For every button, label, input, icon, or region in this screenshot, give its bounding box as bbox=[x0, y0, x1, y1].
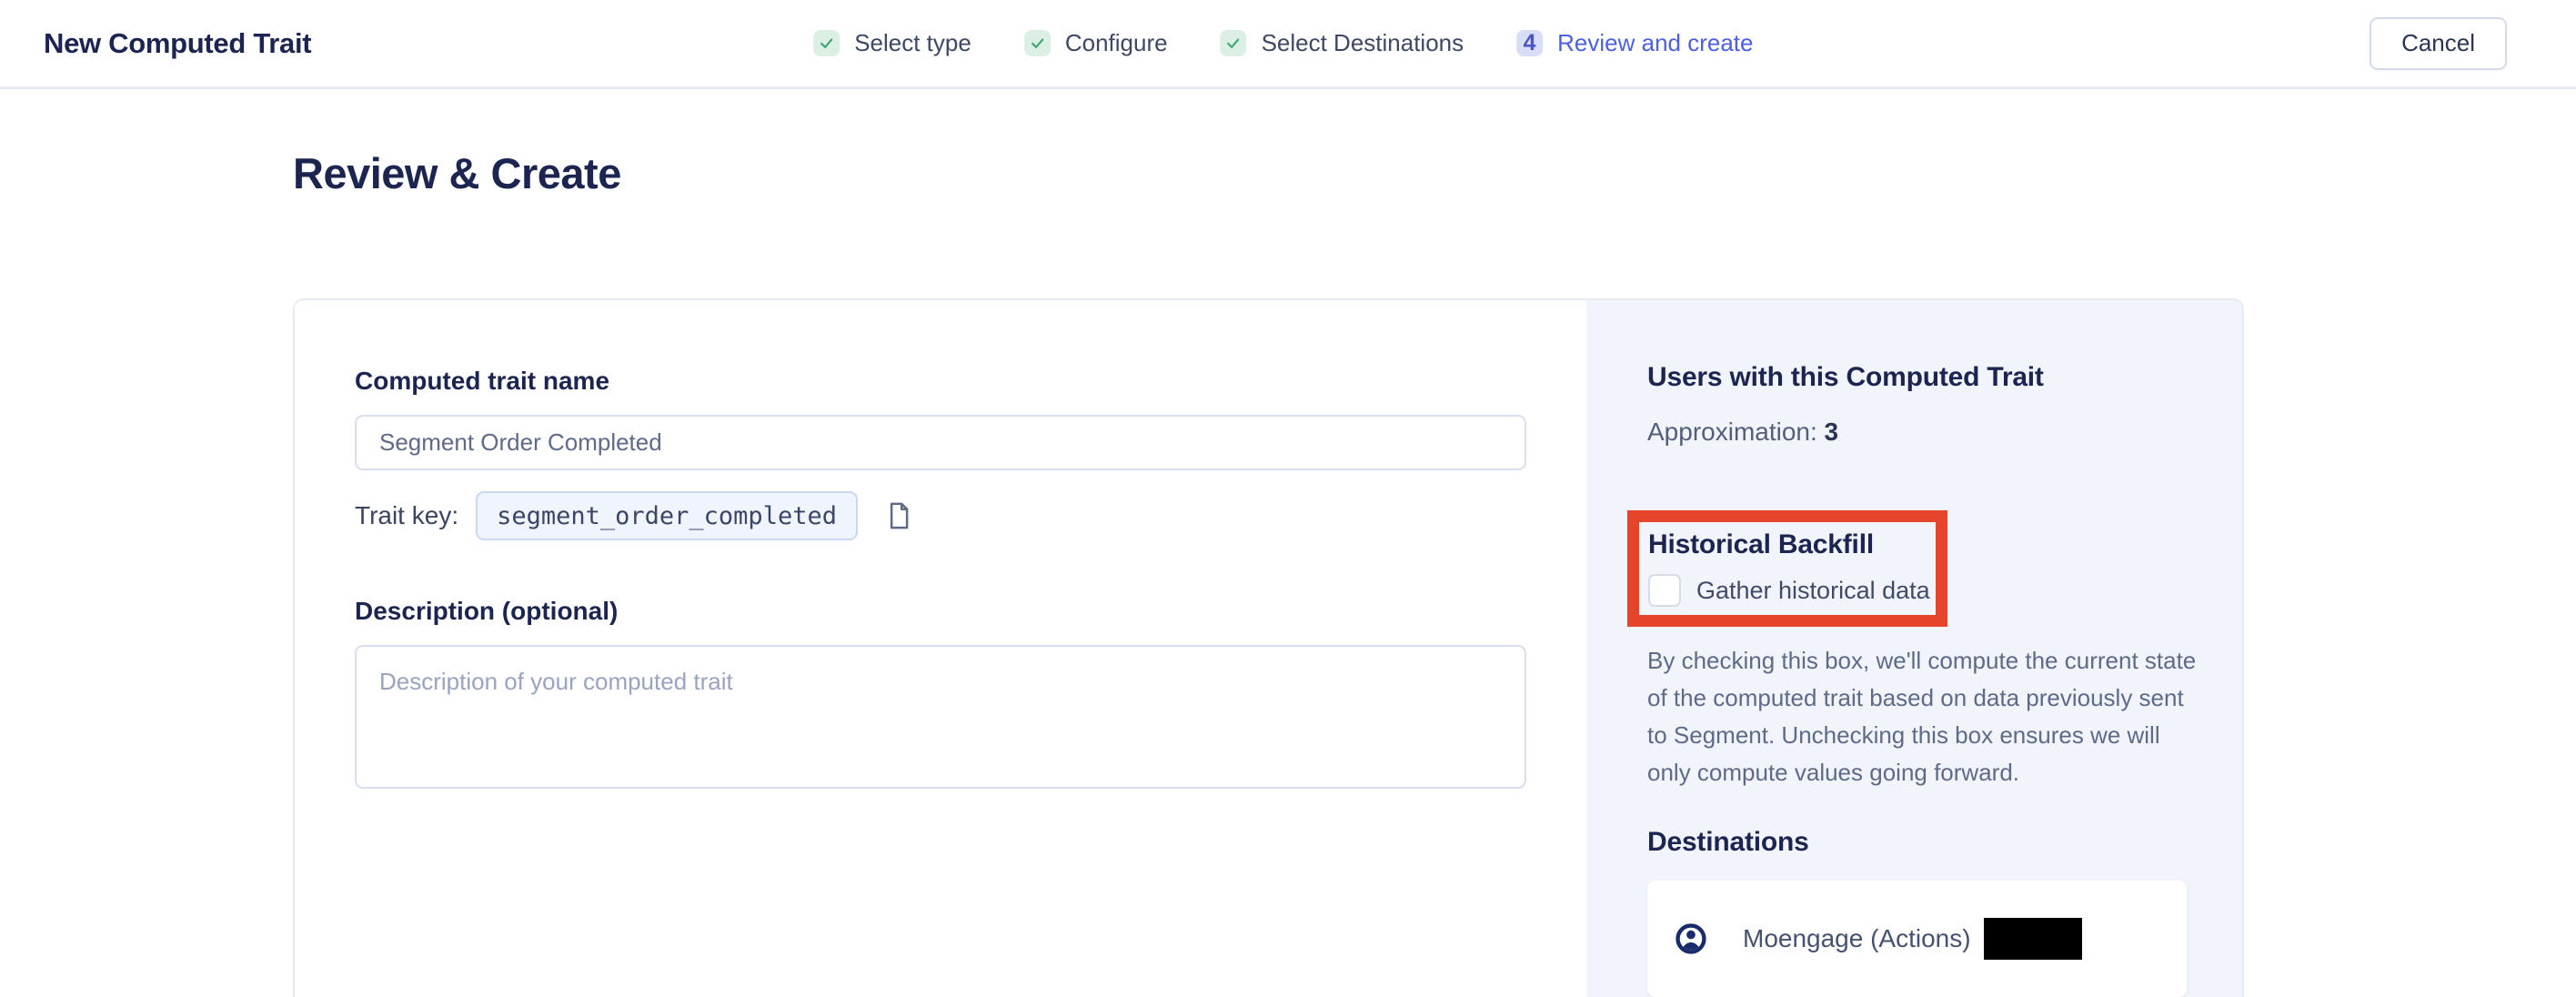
trait-key-value-chip: segment_order_completed bbox=[476, 491, 858, 540]
step-label: Review and create bbox=[1557, 29, 1753, 57]
trait-key-row: Trait key: segment_order_completed bbox=[355, 491, 1526, 540]
gather-historical-data-label[interactable]: Gather historical data bbox=[1696, 577, 1930, 605]
description-textarea[interactable] bbox=[355, 645, 1526, 789]
gather-historical-data-row: Gather historical data bbox=[1648, 574, 1936, 607]
trait-key-label: Trait key: bbox=[355, 501, 458, 530]
main-content: Review & Create Computed trait name Trai… bbox=[293, 147, 2244, 997]
gather-historical-data-checkbox[interactable] bbox=[1648, 574, 1681, 607]
step-configure[interactable]: Configure bbox=[1024, 29, 1168, 57]
backfill-annotation-highlight: Historical Backfill Gather historical da… bbox=[1627, 510, 1947, 627]
destination-list-item[interactable]: Moengage (Actions) bbox=[1647, 881, 2187, 997]
approximation-label: Approximation: bbox=[1647, 418, 1817, 446]
step-select-type[interactable]: Select type bbox=[813, 29, 971, 57]
step-label: Configure bbox=[1065, 29, 1168, 57]
step-label: Select Destinations bbox=[1262, 29, 1464, 57]
window-title: New Computed Trait bbox=[44, 27, 311, 60]
historical-backfill-heading: Historical Backfill bbox=[1648, 529, 1936, 560]
cancel-button[interactable]: Cancel bbox=[2370, 17, 2507, 70]
step-select-destinations[interactable]: Select Destinations bbox=[1221, 29, 1464, 57]
page-title: Review & Create bbox=[293, 147, 2244, 200]
step-number-badge: 4 bbox=[1516, 30, 1543, 56]
stepper: Select type Configure Select Destination… bbox=[813, 0, 1753, 86]
redaction-box bbox=[1984, 918, 2082, 960]
moengage-logo-icon bbox=[1675, 923, 1706, 954]
trait-form-panel: Computed trait name Trait key: segment_o… bbox=[295, 300, 1586, 997]
check-icon bbox=[1024, 30, 1051, 56]
check-icon bbox=[1221, 30, 1247, 56]
review-card: Computed trait name Trait key: segment_o… bbox=[293, 298, 2244, 997]
approximation-value: 3 bbox=[1825, 418, 1839, 446]
destination-name: Moengage (Actions) bbox=[1743, 924, 1971, 953]
backfill-help-text: By checking this box, we'll compute the … bbox=[1647, 642, 2208, 791]
summary-panel: Users with this Computed Trait Approxima… bbox=[1586, 300, 2244, 997]
description-label: Description (optional) bbox=[355, 597, 1526, 626]
destinations-heading: Destinations bbox=[1647, 827, 2208, 858]
document-copy-icon bbox=[884, 500, 913, 531]
trait-name-label: Computed trait name bbox=[355, 367, 1526, 396]
trait-name-input[interactable] bbox=[355, 415, 1526, 470]
copy-trait-key-button[interactable] bbox=[880, 497, 917, 535]
top-bar: New Computed Trait Select type Configure… bbox=[0, 0, 2576, 89]
step-review-and-create[interactable]: 4 Review and create bbox=[1516, 29, 1753, 57]
approximation-row: Approximation: 3 bbox=[1647, 418, 2208, 447]
users-heading: Users with this Computed Trait bbox=[1647, 362, 2208, 393]
check-icon bbox=[813, 30, 840, 56]
step-label: Select type bbox=[854, 29, 971, 57]
